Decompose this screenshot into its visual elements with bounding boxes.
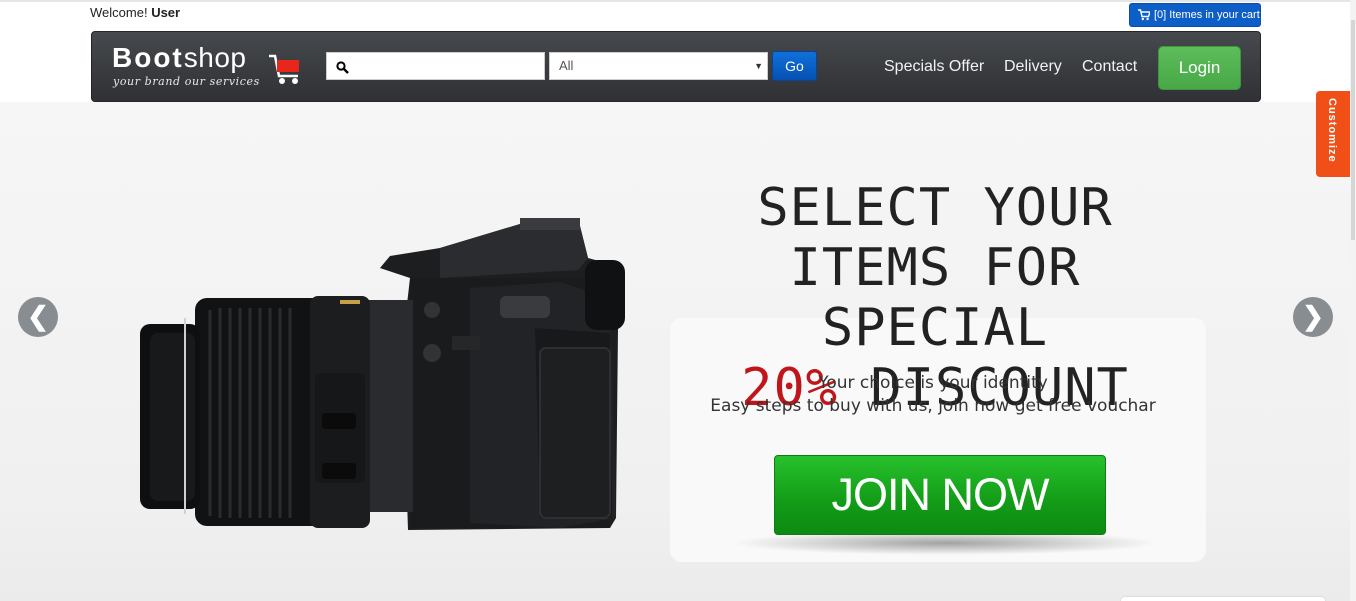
- customize-label: Customize: [1326, 98, 1338, 163]
- top-divider: [0, 0, 1356, 2]
- chevron-left-icon: ❮: [27, 301, 49, 331]
- search-box[interactable]: [326, 52, 545, 80]
- nav-delivery[interactable]: Delivery: [1004, 58, 1062, 76]
- next-section-card: [1120, 596, 1326, 601]
- logo-tagline: your brand our services: [113, 75, 260, 88]
- welcome-message: Welcome! User: [90, 5, 180, 20]
- scrollbar-thumb[interactable]: [1351, 20, 1355, 240]
- welcome-username: User: [151, 5, 181, 20]
- cart-label: [0] Itemes in your cart: [1154, 9, 1260, 21]
- logo-wordmark: Bootshop: [112, 42, 246, 74]
- customize-tab[interactable]: Customize: [1316, 91, 1351, 177]
- subtext-line-2: Easy steps to buy with us, join now get …: [710, 396, 1156, 416]
- main-navbar: Bootshop your brand our services All ▼ G…: [91, 31, 1261, 102]
- promo-subtext: Your choice is your identity Easy steps …: [670, 372, 1196, 418]
- bootshop-logo[interactable]: Bootshop your brand our services: [112, 42, 312, 94]
- category-select[interactable]: All ▼: [549, 52, 768, 80]
- page-scrollbar[interactable]: [1350, 0, 1356, 601]
- camera-image: [140, 218, 625, 530]
- search-icon: [336, 61, 349, 74]
- welcome-prefix: Welcome!: [90, 5, 148, 20]
- carousel-prev-button[interactable]: ❮: [18, 297, 58, 337]
- login-button[interactable]: Login: [1158, 46, 1241, 90]
- nav-contact[interactable]: Contact: [1082, 58, 1137, 76]
- logo-word-bold: Boot: [112, 42, 184, 73]
- logo-cart-icon: [269, 54, 299, 84]
- chevron-down-icon: ▼: [754, 61, 763, 71]
- cart-icon: [1138, 9, 1150, 21]
- search-input[interactable]: [355, 55, 540, 77]
- cart-button[interactable]: [0] Itemes in your cart: [1129, 3, 1261, 27]
- category-selected-value: All: [559, 58, 574, 73]
- logo-word-rest: shop: [183, 42, 247, 73]
- chevron-right-icon: ❯: [1302, 301, 1324, 331]
- join-now-button[interactable]: JOIN NOW: [774, 455, 1106, 535]
- go-button[interactable]: Go: [772, 51, 817, 81]
- headline-line-2: ITEMS FOR SPECIAL: [789, 238, 1081, 358]
- carousel-next-button[interactable]: ❯: [1293, 297, 1333, 337]
- nav-specials-offer[interactable]: Specials Offer: [884, 58, 984, 76]
- headline-line-1: SELECT YOUR: [757, 178, 1113, 238]
- subtext-line-1: Your choice is your identity: [818, 373, 1048, 393]
